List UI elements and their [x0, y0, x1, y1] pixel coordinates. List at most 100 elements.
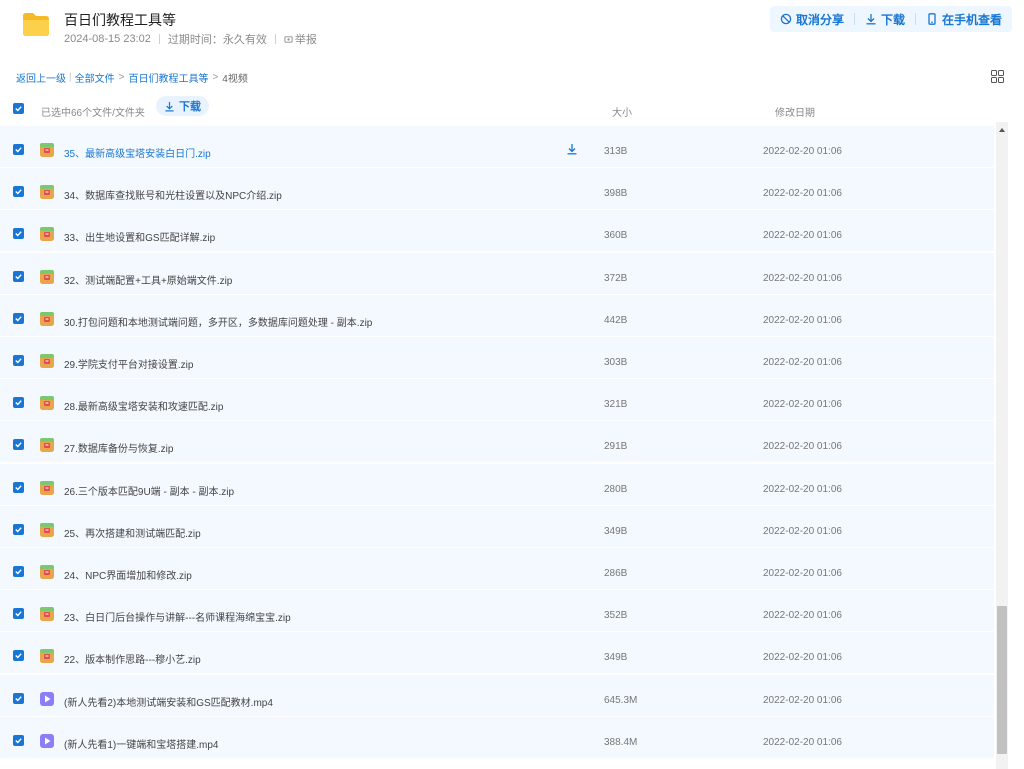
file-row[interactable]: 24、NPC界面增加和修改.zip 286B 2022-02-20 01:06 — [0, 548, 994, 590]
selected-count: 已选中66个文件/文件夹 — [41, 108, 145, 119]
file-date: 2022-02-20 01:06 — [763, 736, 842, 748]
row-checkbox[interactable] — [13, 144, 24, 155]
file-name[interactable]: 32、测试端配置+工具+原始端文件.zip — [64, 272, 232, 287]
download-icon — [165, 101, 174, 111]
row-checkbox[interactable] — [13, 566, 24, 577]
download-selected-label: 下载 — [179, 101, 201, 113]
check-icon — [15, 400, 22, 406]
scroll-up-arrow-icon[interactable] — [999, 128, 1005, 132]
row-download-icon[interactable] — [566, 143, 578, 155]
file-date: 2022-02-20 01:06 — [763, 441, 842, 453]
check-icon — [15, 106, 22, 112]
download-icon — [866, 14, 876, 25]
file-date: 2022-02-20 01:06 — [763, 188, 842, 200]
check-icon — [15, 273, 22, 280]
report-label: 举报 — [294, 34, 317, 46]
scroll-thumb[interactable] — [997, 606, 1007, 754]
video-file-icon — [40, 691, 54, 706]
file-name[interactable]: 25、再次搭建和测试端匹配.zip — [64, 525, 201, 540]
file-name[interactable]: 22、版本制作思路---穆小艺.zip — [64, 651, 201, 666]
cancel-share-button[interactable]: 取消分享 — [780, 11, 844, 28]
file-name[interactable]: 24、NPC界面增加和修改.zip — [64, 567, 192, 582]
file-size: 349B — [604, 652, 628, 664]
row-checkbox[interactable] — [13, 397, 24, 409]
file-name[interactable]: 34、数据库查找账号和光柱设置以及NPC介绍.zip — [64, 187, 282, 202]
file-name[interactable]: 35、最新高级宝塔安装白日门.zip — [64, 145, 211, 160]
file-row[interactable]: (新人先看2)本地测试端安装和GS匹配教材.mp4 645.3M 2022-02-2… — [0, 674, 994, 717]
file-name[interactable]: 23、白日门后台操作与讲解---名师课程海绵宝宝.zip — [64, 609, 291, 624]
check-icon — [15, 653, 22, 659]
row-checkbox[interactable] — [13, 608, 24, 620]
row-checkbox[interactable] — [13, 186, 24, 198]
file-row[interactable]: 22、版本制作思路---穆小艺.zip 349B 2022-02-20 01:06 — [0, 632, 994, 675]
folder-icon — [23, 13, 49, 36]
file-row[interactable]: 30.打包问题和本地测试端问题，多开区，多数据库问题处理 - 副本.zip 442… — [0, 294, 994, 337]
file-name[interactable]: (新人先看2)本地测试端安装和GS匹配教材.mp4 — [64, 694, 273, 709]
check-icon — [15, 527, 22, 533]
zip-file-icon — [40, 354, 54, 368]
row-checkbox[interactable] — [13, 692, 24, 704]
check-icon — [15, 316, 22, 322]
breadcrumb-all-files[interactable]: 全部文件 — [75, 70, 115, 85]
breadcrumb-pipe: | — [69, 72, 72, 83]
file-date: 2022-02-20 01:06 — [763, 230, 842, 242]
file-row[interactable]: 28.最新高级宝塔安装和攻速匹配.zip 321B 2022-02-20 01:06 — [0, 379, 994, 422]
zip-file-icon — [40, 396, 54, 411]
file-name[interactable]: 30.打包问题和本地测试端问题，多开区，多数据库问题处理 - 副本.zip — [64, 314, 372, 329]
breadcrumb-folder[interactable]: 百日们教程工具等 — [128, 70, 208, 85]
size-column-header[interactable]: 大小 — [612, 104, 632, 119]
file-date: 2022-02-20 01:06 — [763, 610, 842, 622]
file-name[interactable]: 27.数据库备份与恢复.zip — [64, 440, 173, 455]
file-row[interactable]: 32、测试端配置+工具+原始端文件.zip 372B 2022-02-20 01:0… — [0, 252, 994, 295]
check-icon — [15, 189, 22, 195]
date-column-header[interactable]: 修改日期 — [775, 104, 815, 119]
file-size: 291B — [604, 441, 628, 453]
report-link[interactable]: 举报 — [284, 31, 317, 47]
row-checkbox[interactable] — [13, 523, 24, 535]
file-name[interactable]: 29.学院支付平台对接设置.zip — [64, 356, 193, 371]
file-name[interactable]: 28.最新高级宝塔安装和攻速匹配.zip — [64, 398, 223, 413]
scrollbar[interactable] — [996, 122, 1008, 769]
file-name[interactable]: (新人先看1)一键端和宝塔搭建.mp4 — [64, 736, 218, 751]
row-checkbox[interactable] — [13, 439, 24, 451]
file-size: 349B — [604, 525, 628, 537]
file-row[interactable]: 35、最新高级宝塔安装白日门.zip 313B 2022-02-20 01:06 — [0, 126, 994, 168]
phone-icon — [928, 13, 936, 25]
file-row[interactable]: 29.学院支付平台对接设置.zip 303B 2022-02-20 01:06 — [0, 337, 994, 379]
file-size: 388.4M — [604, 736, 638, 748]
file-name[interactable]: 33、出生地设置和GS匹配详解.zip — [64, 229, 215, 244]
row-checkbox[interactable] — [13, 312, 24, 324]
check-icon — [15, 695, 22, 702]
file-row[interactable]: 23、白日门后台操作与讲解---名师课程海绵宝宝.zip 352B 2022-02-… — [0, 590, 994, 633]
row-checkbox[interactable] — [13, 650, 24, 662]
check-icon — [15, 147, 22, 153]
file-date: 2022-02-20 01:06 — [763, 525, 842, 537]
file-size: 442B — [604, 314, 628, 326]
file-row[interactable]: 27.数据库备份与恢复.zip 291B 2022-02-20 01:06 — [0, 421, 994, 464]
download-all-button[interactable]: 下载 — [865, 11, 905, 28]
file-row[interactable]: (新人先看1)一键端和宝塔搭建.mp4 388.4M 2022-02-20 01:0… — [0, 716, 994, 759]
meta-divider — [158, 34, 160, 44]
share-actions: 取消分享 下载 在手机查看 — [769, 6, 1012, 32]
file-list: 35、最新高级宝塔安装白日门.zip 313B 2022-02-20 01:06 34… — [0, 126, 994, 769]
file-date: 2022-02-20 01:06 — [763, 568, 842, 579]
file-row[interactable]: 34、数据库查找账号和光柱设置以及NPC介绍.zip 398B 2022-02-20… — [0, 168, 994, 211]
row-checkbox[interactable] — [13, 355, 24, 366]
file-date: 2022-02-20 01:06 — [763, 146, 842, 157]
row-checkbox[interactable] — [13, 734, 24, 746]
file-row[interactable]: 26.三个版本匹配9U端 - 副本 - 副本.zip 280B 2022-02-20… — [0, 463, 994, 506]
file-row[interactable]: 25、再次搭建和测试端匹配.zip 349B 2022-02-20 01:06 — [0, 505, 994, 548]
open-on-phone-button[interactable]: 在手机查看 — [926, 11, 1002, 28]
file-row[interactable]: 33、出生地设置和GS匹配详解.zip 360B 2022-02-20 01:06 — [0, 210, 994, 253]
action-divider — [853, 13, 855, 25]
breadcrumb-back[interactable]: 返回上一级 — [16, 70, 66, 85]
select-all-checkbox[interactable] — [13, 103, 24, 114]
grid-view-icon[interactable] — [991, 70, 1004, 83]
row-checkbox[interactable] — [13, 228, 24, 240]
check-icon — [15, 738, 22, 744]
file-name[interactable]: 26.三个版本匹配9U端 - 副本 - 副本.zip — [64, 483, 234, 498]
download-selected-button[interactable]: 下载 — [156, 96, 209, 116]
row-checkbox[interactable] — [13, 481, 24, 493]
file-size: 286B — [604, 568, 628, 579]
row-checkbox[interactable] — [13, 270, 24, 282]
